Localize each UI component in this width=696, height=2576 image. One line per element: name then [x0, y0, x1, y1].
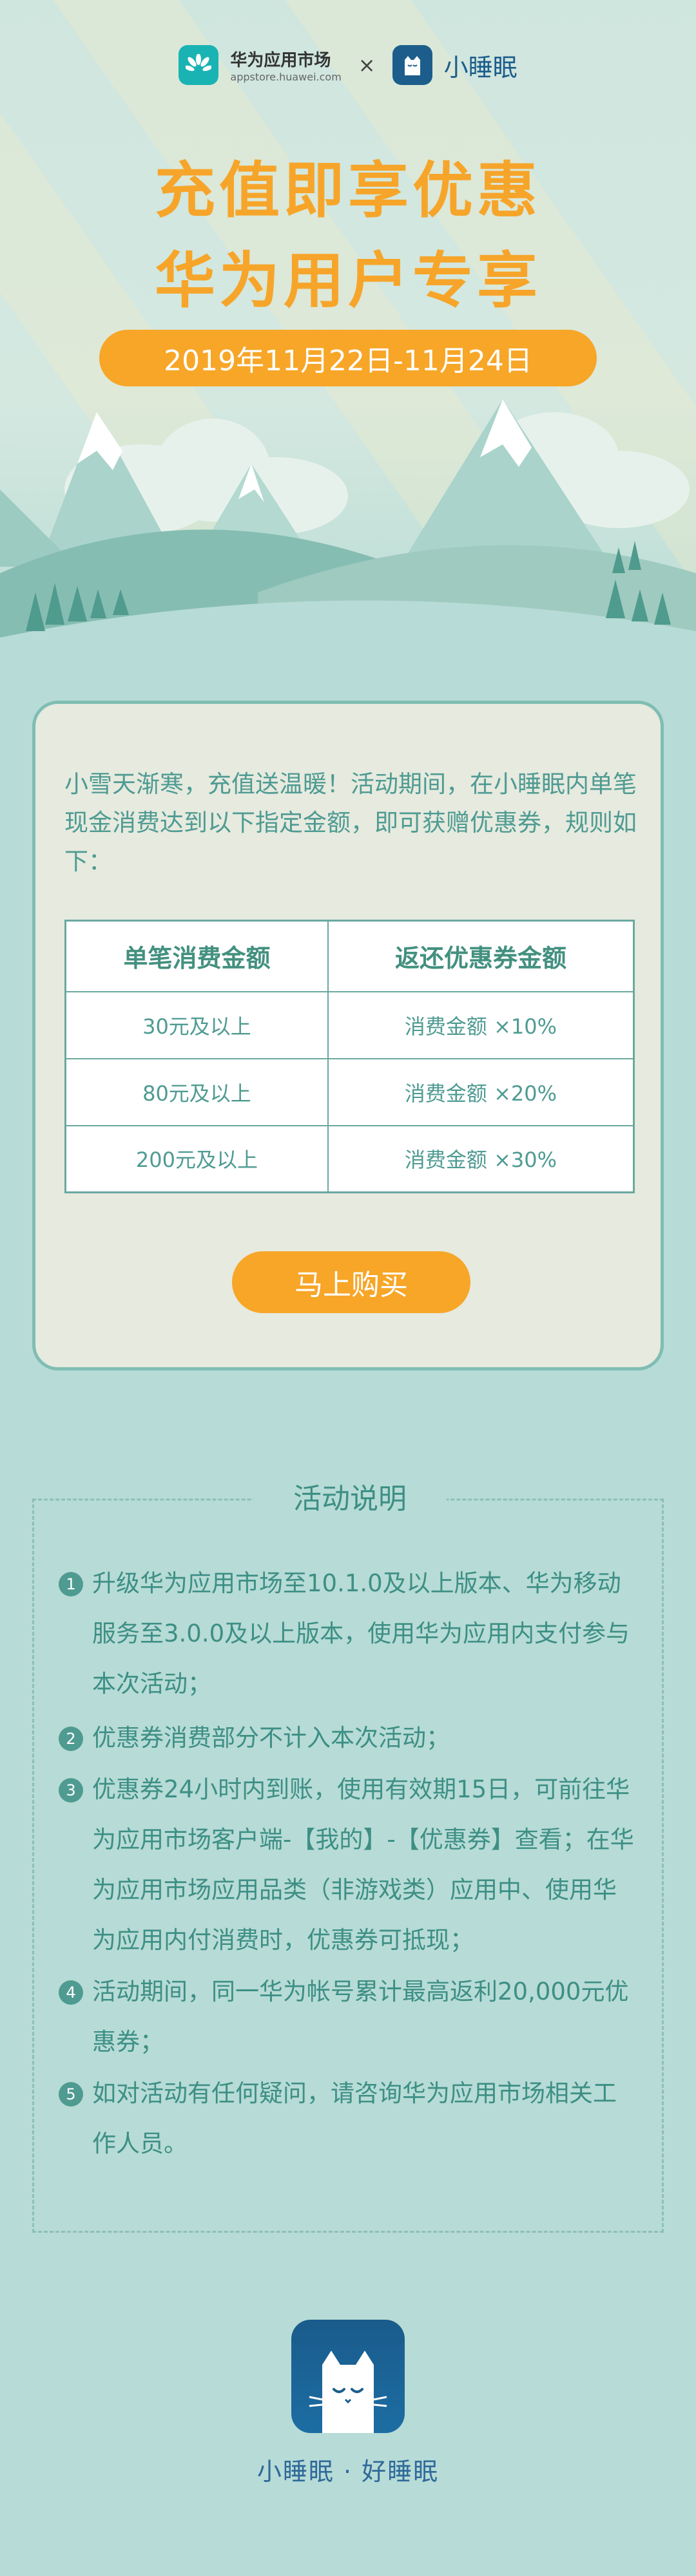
huawei-appstore-logo-icon [179, 45, 219, 85]
rule-text: 优惠券24小时内到账，使用有效期15日，可前往华为应用市场客户端-【我的】-【优… [92, 1776, 634, 1954]
rule-item: 2 优惠券消费部分不计入本次活动； [59, 1713, 639, 1763]
table-row: 80元及以上 消费金额 ×20% [64, 1057, 635, 1126]
rule-number-badge: 2 [59, 1727, 83, 1751]
buy-now-button[interactable]: 马上购买 [232, 1251, 470, 1313]
xiaoshuimian-app-name: 小睡眠 [443, 53, 517, 82]
table-row: 30元及以上 消费金额 ×10% [64, 990, 635, 1059]
huawei-appstore-name: 华为应用市场 [230, 51, 331, 70]
hero-title-line1: 充值即享优惠 [154, 156, 541, 226]
reward-table: 单笔消费金额 返还优惠券金额 30元及以上 消费金额 ×10% 80元及以上 消… [64, 920, 635, 1193]
xiaoshuimian-logo-icon [392, 45, 432, 85]
table-cell-reward: 消费金额 ×10% [327, 990, 635, 1059]
table-cell-reward: 消费金额 ×30% [327, 1124, 635, 1193]
table-cell-amount: 80元及以上 [64, 1057, 329, 1126]
rule-text: 优惠券消费部分不计入本次活动； [92, 1724, 450, 1752]
hero-title-line2: 华为用户专享 [154, 246, 541, 316]
promo-panel: 小雪天渐寒，充值送温暖！活动期间，在小睡眠内单笔现金消费达到以下指定金额，即可获… [32, 701, 664, 1370]
collab-times-sign: × [358, 53, 376, 77]
table-header: 单笔消费金额 [64, 920, 329, 992]
table-header-row: 单笔消费金额 返还优惠券金额 [64, 920, 635, 992]
table-row: 200元及以上 消费金额 ×30% [64, 1124, 635, 1193]
table-cell-reward: 消费金额 ×20% [327, 1057, 635, 1126]
rule-text: 升级华为应用市场至10.1.0及以上版本、华为移动服务至3.0.0及以上版本，使… [92, 1569, 630, 1698]
event-rules-title: 活动说明 [253, 1476, 447, 1522]
table-header: 返还优惠券金额 [327, 920, 635, 992]
rule-number-badge: 1 [59, 1572, 83, 1596]
rule-item: 4 活动期间，同一华为帐号累计最高返利20,000元优惠券； [59, 1967, 639, 2067]
event-date-badge: 2019年11月22日-11月24日 [99, 330, 597, 386]
table-cell-amount: 200元及以上 [64, 1124, 329, 1193]
mountain-landscape-illustration [0, 399, 696, 670]
hero-banner: 华为应用市场 appstore.huawei.com × 小睡眠 充值即享优惠 … [0, 0, 696, 670]
event-rules-box: 活动说明 1 升级华为应用市场至10.1.0及以上版本、华为移动服务至3.0.0… [32, 1476, 664, 2233]
rule-text: 活动期间，同一华为帐号累计最高返利20,000元优惠券； [92, 1978, 629, 2056]
rule-number-badge: 3 [59, 1778, 83, 1803]
rule-number-badge: 4 [59, 1980, 83, 2005]
xiaoshuimian-app-icon [291, 2320, 405, 2433]
footer-slogan: 小睡眠 · 好睡眠 [256, 2458, 440, 2486]
rule-item: 3 优惠券24小时内到账，使用有效期15日，可前往华为应用市场客户端-【我的】-… [59, 1765, 639, 1965]
promo-intro-text: 小雪天渐寒，充值送温暖！活动期间，在小睡眠内单笔现金消费达到以下指定金额，即可获… [64, 770, 637, 875]
table-cell-amount: 30元及以上 [64, 990, 329, 1059]
rule-text: 如对活动有任何疑问，请咨询华为应用市场相关工作人员。 [92, 2079, 617, 2157]
huawei-appstore-url: appstore.huawei.com [230, 71, 342, 83]
rule-number-badge: 5 [59, 2082, 83, 2107]
rule-item: 5 如对活动有任何疑问，请咨询华为应用市场相关工作人员。 [59, 2069, 639, 2169]
rule-item: 1 升级华为应用市场至10.1.0及以上版本、华为移动服务至3.0.0及以上版本… [59, 1558, 639, 1709]
partner-logo-bar: 华为应用市场 appstore.huawei.com × 小睡眠 [0, 45, 696, 85]
